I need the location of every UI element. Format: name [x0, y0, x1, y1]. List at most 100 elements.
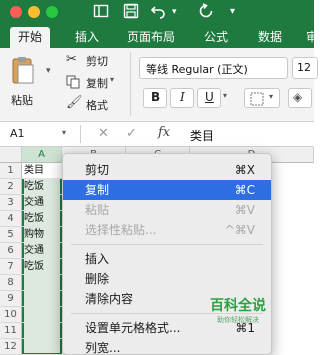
underline-dropdown-icon[interactable]: ▾: [223, 91, 227, 100]
row-header[interactable]: 9: [0, 291, 22, 307]
save-icon[interactable]: [123, 3, 139, 24]
menu-item-label: 选择性粘贴...: [85, 223, 157, 237]
tab-page-layout[interactable]: 页面布局: [127, 27, 175, 48]
underline-label: U: [205, 90, 214, 104]
menu-item-paste-special[interactable]: 选择性粘贴... ^⌘V: [63, 220, 271, 240]
row-header[interactable]: 2: [0, 179, 22, 195]
format-painter-icon[interactable]: 🖌: [66, 95, 83, 110]
row-header[interactable]: 8: [0, 275, 22, 291]
menu-item-shortcut: ^⌘V: [224, 223, 255, 237]
tab-review[interactable]: 审: [306, 27, 318, 48]
font-size-value: 12: [297, 61, 311, 74]
redo-icon[interactable]: [198, 3, 214, 24]
font-name-select[interactable]: 等线 Regular (正文): [139, 57, 288, 79]
cell-a11[interactable]: [22, 323, 62, 339]
row-header[interactable]: 10: [0, 307, 22, 323]
cut-label[interactable]: 剪切: [86, 53, 108, 69]
menu-item-label: 粘贴: [85, 203, 110, 217]
tab-home[interactable]: 开始: [10, 27, 51, 48]
ribbon-home: ▾ 粘贴 ✂ 剪切 复制 ▾ 🖌 格式 等线 Regular (正文) 12 B…: [0, 48, 318, 122]
ribbon-tabs: 开始 插入 页面布局 公式 数据 审: [0, 27, 318, 48]
scissors-icon[interactable]: ✂: [66, 52, 77, 67]
menu-item-label: 插入: [85, 252, 110, 266]
cell-a2[interactable]: 吃饭: [22, 179, 62, 195]
row-header[interactable]: 7: [0, 259, 22, 275]
sidebar-icon[interactable]: [93, 3, 109, 24]
row-header[interactable]: 3: [0, 195, 22, 211]
cell-a4[interactable]: 吃饭: [22, 211, 62, 227]
watermark-title: 百科全说: [210, 298, 266, 314]
copy-label[interactable]: 复制: [86, 75, 108, 91]
select-all-corner[interactable]: [0, 147, 22, 163]
column-header-a[interactable]: A: [22, 147, 62, 163]
borders-dropdown-icon: ▾: [269, 92, 274, 101]
bold-button[interactable]: B: [143, 88, 167, 108]
font-name-value: 等线 Regular (正文): [146, 63, 248, 76]
formula-bar: A1 ▾ ✕ ✓ fx 类目: [0, 122, 314, 147]
fbar-divider: [80, 125, 81, 143]
customize-icon[interactable]: ▾: [230, 3, 235, 21]
row-header[interactable]: 11: [0, 323, 22, 339]
watermark-subtitle: 助你轻松解决: [217, 316, 259, 324]
name-box-dropdown-icon[interactable]: ▾: [62, 128, 66, 137]
cell-a5[interactable]: 购物: [22, 227, 62, 243]
paste-icon[interactable]: [10, 56, 36, 90]
menu-item-label: 复制: [85, 183, 110, 197]
row-header[interactable]: 5: [0, 227, 22, 243]
bold-label: B: [151, 90, 161, 104]
cell-a10[interactable]: [22, 307, 62, 323]
undo-icon[interactable]: [150, 3, 166, 24]
italic-label: I: [180, 90, 185, 104]
underline-button[interactable]: U: [197, 88, 221, 108]
menu-item-cut[interactable]: 剪切 ⌘X: [63, 160, 271, 180]
undo-dropdown-icon[interactable]: ▾: [172, 3, 177, 21]
cell-a1[interactable]: 类目: [22, 163, 62, 179]
name-box[interactable]: A1: [10, 127, 25, 140]
row-header[interactable]: 12: [0, 339, 22, 355]
menu-item-insert[interactable]: 插入: [63, 249, 271, 269]
menu-item-shortcut: ⌘C: [234, 183, 255, 197]
menu-item-shortcut: ⌘V: [234, 203, 255, 217]
cell-a3[interactable]: 交通: [22, 195, 62, 211]
menu-item-delete[interactable]: 删除: [63, 269, 271, 289]
row-header[interactable]: 1: [0, 163, 22, 179]
cell-a7[interactable]: 吃饭: [22, 259, 62, 275]
menu-item-label: 剪切: [85, 163, 110, 177]
cell-a9[interactable]: [22, 291, 62, 307]
cell-a8[interactable]: [22, 275, 62, 291]
title-bar: ▾ ▾: [0, 0, 314, 27]
paste-dropdown-icon[interactable]: ▾: [46, 66, 51, 76]
copy-icon[interactable]: [66, 74, 80, 93]
confirm-icon[interactable]: ✓: [126, 126, 137, 141]
menu-item-copy[interactable]: 复制 ⌘C: [63, 180, 271, 200]
ribbon-divider: [130, 52, 131, 116]
fill-color-button[interactable]: ◈: [288, 88, 312, 108]
close-window-button[interactable]: [10, 6, 22, 18]
cell-a6[interactable]: 交通: [22, 243, 62, 259]
watermark: 百科全说 助你轻松解决: [203, 297, 273, 331]
fill-bucket-icon: ◈: [293, 90, 303, 104]
paste-label[interactable]: 粘贴: [11, 92, 33, 108]
menu-item-label: 列宽...: [85, 341, 121, 355]
menu-item-column-width[interactable]: 列宽...: [63, 338, 271, 355]
menu-item-label: 清除内容: [85, 292, 134, 306]
minimize-window-button[interactable]: [28, 6, 40, 18]
font-size-select[interactable]: 12: [292, 57, 318, 79]
insert-function-button[interactable]: fx: [158, 125, 170, 140]
tab-insert[interactable]: 插入: [75, 27, 99, 48]
borders-button[interactable]: ▾: [244, 88, 280, 108]
cell-a12[interactable]: [22, 339, 62, 355]
menu-item-label: 删除: [85, 272, 110, 286]
formula-content[interactable]: 类目: [190, 127, 214, 144]
zoom-window-button[interactable]: [46, 6, 58, 18]
format-painter-label[interactable]: 格式: [86, 97, 108, 113]
cancel-icon[interactable]: ✕: [98, 126, 109, 141]
menu-item-paste[interactable]: 粘贴 ⌘V: [63, 200, 271, 220]
row-header[interactable]: 4: [0, 211, 22, 227]
italic-button[interactable]: I: [170, 88, 194, 108]
tab-formulas[interactable]: 公式: [204, 27, 228, 48]
copy-dropdown-icon[interactable]: ▾: [110, 75, 114, 84]
row-header[interactable]: 6: [0, 243, 22, 259]
tab-data[interactable]: 数据: [258, 27, 282, 48]
menu-item-label: 设置单元格格式...: [85, 321, 181, 335]
